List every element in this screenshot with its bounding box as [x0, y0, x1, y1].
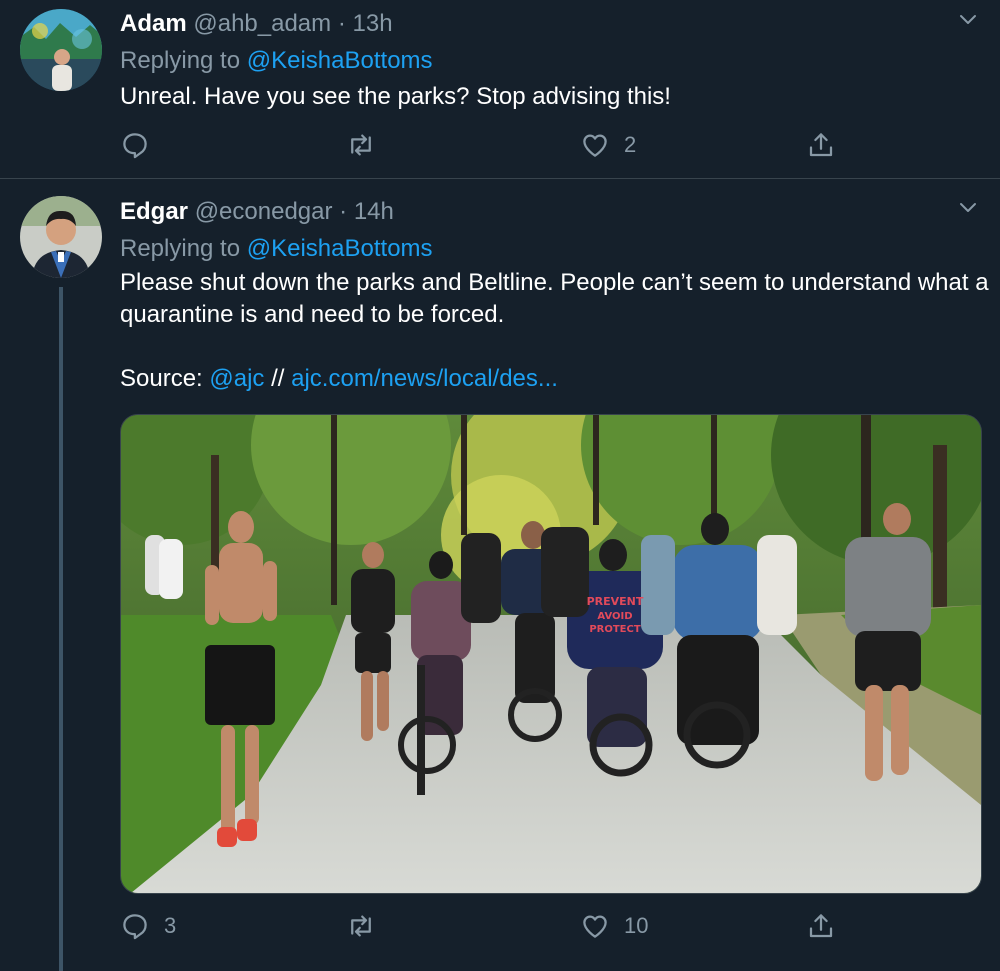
retweet-icon — [351, 915, 371, 937]
separator-dot: · — [339, 198, 348, 225]
replying-to: Replying to @KeishaBottoms — [120, 46, 433, 76]
source-separator: // — [271, 365, 285, 392]
like-button[interactable]: 2 — [580, 128, 636, 162]
reply-button[interactable] — [120, 128, 164, 162]
caret-down-icon[interactable] — [958, 198, 978, 218]
tweet-adam[interactable]: Adam @ahb_adam · 13h Replying to @Keisha… — [0, 0, 1000, 179]
share-icon — [809, 133, 833, 157]
tweet-header: Adam @ahb_adam · 13h — [120, 9, 393, 39]
like-button[interactable]: 10 — [580, 909, 648, 943]
tweet-header: Edgar @econedgar · 14h — [120, 197, 394, 227]
retweet-button[interactable] — [346, 909, 376, 943]
share-button[interactable] — [806, 128, 836, 162]
replying-to-mention[interactable]: @KeishaBottoms — [247, 47, 433, 74]
retweet-button[interactable] — [346, 128, 376, 162]
share-button[interactable] — [806, 909, 836, 943]
like-icon — [583, 915, 607, 938]
tweet-text-content: Unreal. Have you see the parks? Stop adv… — [120, 83, 671, 110]
retweet-icon — [351, 134, 371, 156]
tweet-text: Please shut down the parks and Beltline.… — [120, 267, 990, 395]
reply-icon — [123, 914, 147, 940]
svg-text:AVOID: AVOID — [597, 611, 632, 622]
tweet-text: Unreal. Have you see the parks? Stop adv… — [120, 81, 990, 113]
replying-to-label: Replying to — [120, 47, 241, 74]
tweet-photo[interactable]: PREVENT AVOID PROTECT — [120, 414, 982, 894]
source-link[interactable]: ajc.com/news/local/des... — [291, 365, 558, 392]
avatar-adam[interactable] — [20, 9, 102, 91]
replying-to-label: Replying to — [120, 235, 241, 262]
replying-to: Replying to @KeishaBottoms — [120, 234, 433, 264]
reply-button[interactable]: 3 — [120, 909, 176, 943]
timestamp[interactable]: 13h — [353, 10, 393, 37]
svg-text:PREVENT: PREVENT — [587, 595, 644, 608]
svg-text:PROTECT: PROTECT — [589, 624, 641, 635]
reply-icon — [123, 133, 147, 159]
replying-to-mention[interactable]: @KeishaBottoms — [247, 235, 433, 262]
thread-line — [59, 287, 63, 971]
like-count: 10 — [624, 913, 649, 938]
timestamp[interactable]: 14h — [354, 198, 394, 225]
display-name[interactable]: Edgar — [120, 198, 188, 225]
tweet-actions: 2 — [120, 128, 860, 162]
user-handle[interactable]: @ahb_adam — [193, 10, 331, 37]
like-icon — [583, 134, 607, 157]
source-mention[interactable]: @ajc — [209, 365, 264, 392]
tweet-actions: 3 10 — [120, 909, 860, 943]
avatar-edgar[interactable] — [20, 196, 102, 278]
caret-down-icon[interactable] — [958, 10, 978, 30]
tweet-text-content: Please shut down the parks and Beltline.… — [120, 269, 989, 328]
tweet-source-line: Source: @ajc // ajc.com/news/local/des..… — [120, 363, 990, 395]
like-count: 2 — [624, 132, 637, 157]
reply-count: 3 — [164, 913, 177, 938]
user-handle[interactable]: @econedgar — [195, 198, 333, 225]
tweet-edgar[interactable]: Edgar @econedgar · 14h Replying to @Keis… — [0, 179, 1000, 971]
display-name[interactable]: Adam — [120, 10, 187, 37]
source-label: Source: — [120, 365, 203, 392]
share-icon — [809, 914, 833, 938]
separator-dot: · — [337, 10, 346, 37]
